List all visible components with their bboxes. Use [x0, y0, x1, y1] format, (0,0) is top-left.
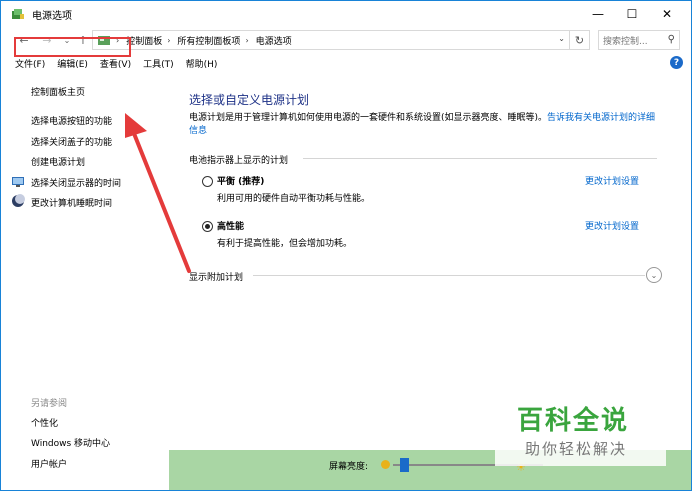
close-button[interactable]: ✕	[650, 1, 684, 27]
sidebar-item-lid[interactable]: 选择关闭盖子的功能	[31, 135, 112, 148]
brightness-slider-thumb[interactable]	[400, 458, 409, 472]
description-text: 电源计划是用于管理计算机如何使用电源的一套硬件和系统设置(如显示器亮度、睡眠等)…	[189, 113, 548, 123]
moon-icon	[12, 194, 25, 207]
sidebar-item-power-button[interactable]: 选择电源按钮的功能	[31, 114, 112, 127]
menu-edit[interactable]: 编辑(E)	[57, 57, 88, 70]
see-also-heading: 另请参阅	[31, 399, 68, 409]
additional-plans-heading[interactable]: 显示附加计划	[189, 270, 243, 283]
power-options-icon	[12, 9, 24, 19]
sidebar-item-sleep[interactable]: 更改计算机睡眠时间	[31, 196, 112, 209]
plan-high-performance-desc: 有利于提高性能，但会增加功耗。	[217, 239, 353, 249]
menu-file[interactable]: 文件(F)	[15, 57, 45, 70]
see-also-user-accounts[interactable]: 用户帐户	[31, 457, 67, 470]
window-title: 电源选项	[32, 11, 72, 22]
see-also-personalization[interactable]: 个性化	[31, 416, 58, 429]
brightness-label: 屏幕亮度:	[329, 462, 369, 472]
menu-view[interactable]: 查看(V)	[100, 57, 131, 70]
monitor-icon	[12, 177, 24, 187]
menu-tools[interactable]: 工具(T)	[143, 57, 174, 70]
minimize-button[interactable]: —	[581, 1, 615, 27]
address-dropdown-chevron-icon[interactable]: ⌄	[558, 34, 565, 43]
breadcrumb-power-options[interactable]: 电源选项	[256, 34, 292, 47]
sidebar-item-home[interactable]: 控制面板主页	[31, 85, 85, 98]
expand-chevron-icon[interactable]: ⌄	[646, 267, 662, 283]
address-field[interactable]: › 控制面板 › 所有控制面板项 › 电源选项 ⌄	[92, 30, 570, 50]
plan-balanced-name[interactable]: 平衡 (推荐)	[217, 174, 264, 187]
left-pane: 控制面板主页 选择电源按钮的功能 选择关闭盖子的功能 创建电源计划 选择关闭显示…	[11, 73, 169, 490]
see-also-mobility-center[interactable]: Windows 移动中心	[31, 436, 110, 449]
breadcrumb-all-items[interactable]: 所有控制面板项	[177, 34, 240, 47]
plan-high-performance-change-settings-link[interactable]: 更改计划设置	[585, 219, 639, 232]
annotation-highlight-box	[14, 37, 131, 57]
sidebar-item-display-off[interactable]: 选择关闭显示器的时间	[31, 176, 121, 189]
power-options-window: 电源选项 — ☐ ✕ ← → ⌄ ↑ › 控制面板 › 所有控制面板项 › 电源…	[0, 0, 692, 491]
plan-balanced-radio[interactable]	[202, 176, 213, 187]
search-placeholder: 搜索控制...	[603, 36, 648, 47]
battery-plans-heading: 电池指示器上显示的计划	[189, 156, 289, 166]
section-divider	[303, 158, 657, 159]
watermark-subtitle: 助你轻松解决	[525, 440, 628, 458]
search-input[interactable]: 搜索控制... ⚲	[598, 30, 680, 50]
watermark-title: 百科全说	[517, 406, 630, 436]
page-description: 电源计划是用于管理计算机如何使用电源的一套硬件和系统设置(如显示器亮度、睡眠等)…	[189, 112, 659, 138]
refresh-icon[interactable]: ↻	[570, 30, 590, 50]
sidebar-item-create-plan[interactable]: 创建电源计划	[31, 155, 85, 168]
plan-balanced-change-settings-link[interactable]: 更改计划设置	[585, 174, 639, 187]
breadcrumb-separator-icon: ›	[245, 35, 249, 45]
plan-balanced-desc: 利用可用的硬件自动平衡功耗与性能。	[217, 194, 371, 204]
plan-high-performance-radio[interactable]	[202, 221, 213, 232]
section-divider	[253, 275, 645, 276]
sun-dim-icon	[381, 460, 390, 469]
title-bar: 电源选项 — ☐ ✕	[1, 1, 691, 27]
menu-help[interactable]: 帮助(H)	[186, 57, 218, 70]
maximize-button[interactable]: ☐	[615, 1, 649, 27]
breadcrumb-separator-icon: ›	[167, 35, 171, 45]
plan-high-performance-name[interactable]: 高性能	[217, 219, 244, 232]
page-title: 选择或自定义电源计划	[189, 93, 310, 107]
breadcrumb-control-panel[interactable]: 控制面板	[126, 34, 162, 47]
search-icon: ⚲	[667, 34, 675, 45]
help-icon[interactable]: ?	[670, 56, 683, 69]
